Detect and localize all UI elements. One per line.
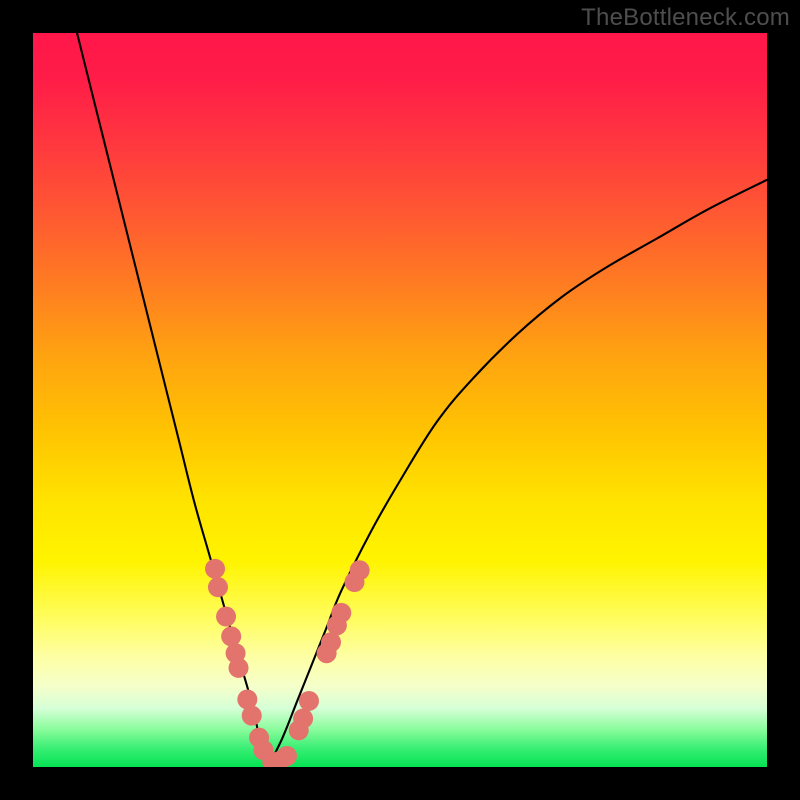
data-marker bbox=[229, 658, 249, 678]
curve-right-branch bbox=[268, 180, 767, 767]
curve-lines bbox=[77, 33, 767, 767]
data-marker bbox=[205, 559, 225, 579]
chart-frame: TheBottleneck.com bbox=[0, 0, 800, 800]
data-marker bbox=[242, 706, 262, 726]
data-marker bbox=[221, 626, 241, 646]
data-marker bbox=[299, 691, 319, 711]
bottleneck-curve bbox=[33, 33, 767, 767]
data-marker bbox=[277, 746, 297, 766]
data-markers bbox=[205, 559, 370, 767]
data-marker bbox=[216, 607, 236, 627]
data-marker bbox=[350, 560, 370, 580]
data-marker bbox=[331, 603, 351, 623]
plot-area bbox=[33, 33, 767, 767]
data-marker bbox=[293, 709, 313, 729]
watermark-text: TheBottleneck.com bbox=[581, 4, 790, 32]
data-marker bbox=[208, 577, 228, 597]
